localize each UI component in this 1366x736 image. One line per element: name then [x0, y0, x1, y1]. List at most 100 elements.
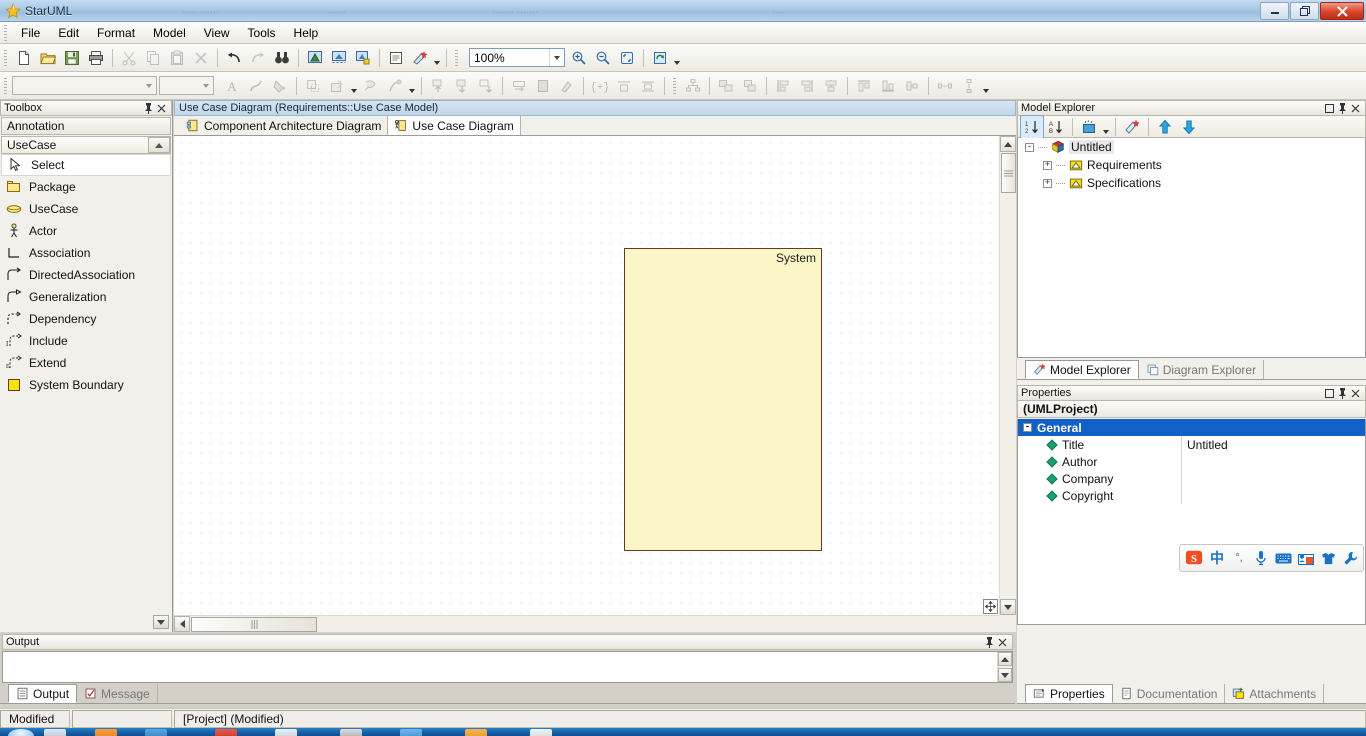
properties-group-general[interactable]: - General: [1018, 419, 1365, 436]
property-copyright-value[interactable]: [1181, 487, 1365, 504]
system-boundary-element[interactable]: System: [624, 248, 822, 551]
toolbox-group-usecase[interactable]: UseCase: [1, 136, 171, 154]
sort-by-order-icon[interactable]: 12: [1020, 114, 1044, 139]
toolbox-item-system-boundary[interactable]: System Boundary: [0, 374, 172, 396]
toolbox-item-actor[interactable]: Actor: [0, 220, 172, 242]
input-card-icon[interactable]: [1298, 549, 1314, 567]
maximize-icon[interactable]: [1323, 102, 1336, 115]
menu-file[interactable]: File: [12, 23, 49, 43]
punctuation-mode-icon[interactable]: °,: [1231, 549, 1247, 567]
taskbar-item-4[interactable]: [215, 729, 237, 736]
pin-icon[interactable]: [142, 102, 155, 115]
find-binoculars-icon[interactable]: [270, 46, 294, 70]
fit-window-icon[interactable]: [615, 46, 639, 70]
toolbar-overflow-dropdown-2[interactable]: [672, 46, 682, 70]
pin-icon[interactable]: [983, 636, 996, 649]
tab-diagram-explorer[interactable]: Diagram Explorer: [1139, 360, 1265, 379]
scroll-down-button[interactable]: [1000, 599, 1016, 615]
menu-view[interactable]: View: [195, 23, 239, 43]
close-icon[interactable]: [1349, 387, 1362, 400]
property-row-author[interactable]: Author: [1018, 453, 1365, 470]
output-scroll-down-button[interactable]: [998, 668, 1012, 682]
close-icon[interactable]: [996, 636, 1009, 649]
sogou-logo-icon[interactable]: S: [1185, 549, 1203, 567]
tab-properties[interactable]: Properties: [1025, 684, 1113, 703]
chinese-mode-icon[interactable]: 中: [1209, 549, 1225, 567]
toolbox-group-annotation[interactable]: Annotation: [1, 117, 171, 135]
property-title-value[interactable]: Untitled: [1181, 436, 1365, 453]
profile-wizard-icon[interactable]: [408, 46, 432, 70]
filter-icon[interactable]: [1077, 115, 1101, 139]
taskbar-item-5[interactable]: [275, 729, 297, 736]
format-overflow-dropdown[interactable]: [981, 74, 991, 98]
zoom-in-icon[interactable]: [567, 46, 591, 70]
canvas-vertical-scrollbar[interactable]: [999, 136, 1016, 615]
soft-keyboard-icon[interactable]: [1275, 549, 1292, 567]
format-dropdown-1[interactable]: [349, 74, 359, 98]
toolbox-item-select[interactable]: Select: [1, 154, 171, 176]
horizontal-scroll-thumb[interactable]: [191, 616, 317, 632]
close-icon[interactable]: [155, 102, 168, 115]
new-file-icon[interactable]: [12, 46, 36, 70]
taskbar-item-8[interactable]: [465, 729, 487, 736]
tree-expander-icon[interactable]: +: [1043, 160, 1052, 170]
vertical-scroll-thumb[interactable]: [1000, 153, 1016, 193]
zoom-out-icon[interactable]: [591, 46, 615, 70]
skin-shirt-icon[interactable]: [1320, 549, 1336, 567]
tab-message[interactable]: Message: [77, 684, 158, 703]
font-name-combo[interactable]: [12, 76, 157, 95]
diagram-canvas[interactable]: System: [174, 136, 999, 615]
tab-documentation[interactable]: Documentation: [1113, 684, 1226, 703]
toolbox-item-usecase[interactable]: UseCase: [0, 198, 172, 220]
zoom-level-combo[interactable]: 100%: [469, 48, 565, 67]
scroll-up-button[interactable]: [1000, 136, 1016, 152]
toolbox-item-extend[interactable]: E Extend: [0, 352, 172, 374]
diagram-lock-icon[interactable]: [351, 46, 375, 70]
menu-format[interactable]: Format: [88, 23, 144, 43]
toolbox-item-include[interactable]: I Include: [0, 330, 172, 352]
restore-button[interactable]: [1290, 2, 1319, 20]
add-diagram-icon[interactable]: [303, 46, 327, 70]
toolbox-item-directedassociation[interactable]: DirectedAssociation: [0, 264, 172, 286]
undo-arrow-icon[interactable]: [222, 46, 246, 70]
taskbar-item-7[interactable]: [400, 729, 422, 736]
toolbox-item-association[interactable]: Association: [0, 242, 172, 264]
tab-attachments[interactable]: Attachments: [1225, 684, 1325, 703]
taskbar-item-3[interactable]: [145, 729, 167, 736]
menu-model[interactable]: Model: [144, 23, 195, 43]
toolbox-item-dependency[interactable]: Dependency: [0, 308, 172, 330]
minimize-button[interactable]: [1260, 2, 1289, 20]
property-row-copyright[interactable]: Copyright: [1018, 487, 1365, 504]
menu-help[interactable]: Help: [285, 23, 328, 43]
tab-component-architecture-diagram[interactable]: Component Architecture Diagram: [180, 116, 389, 135]
output-scroll-up-button[interactable]: [998, 652, 1012, 666]
format-dropdown-2[interactable]: [407, 74, 417, 98]
tree-node-untitled[interactable]: - Untitled: [1018, 138, 1365, 156]
refresh-icon[interactable]: [648, 46, 672, 70]
print-icon[interactable]: [84, 46, 108, 70]
voice-input-icon[interactable]: [1253, 549, 1269, 567]
output-vertical-scrollbar[interactable]: [997, 652, 1012, 682]
select-in-diagram-icon[interactable]: [1120, 115, 1144, 139]
properties-grid[interactable]: - General Title Untitled Author Company …: [1017, 419, 1366, 625]
pan-move-icon[interactable]: [983, 599, 998, 614]
property-company-value[interactable]: [1181, 470, 1365, 487]
maximize-icon[interactable]: [1323, 387, 1336, 400]
diagram-grid-icon[interactable]: [327, 46, 351, 70]
model-explorer-tree[interactable]: - Untitled + Requirements + Specificatio…: [1017, 138, 1366, 358]
filter-dropdown-arrow[interactable]: [1101, 115, 1111, 139]
canvas-horizontal-scrollbar[interactable]: [174, 615, 999, 632]
sort-alphabetic-icon[interactable]: AB: [1044, 115, 1068, 139]
chevron-down-icon[interactable]: [142, 77, 156, 94]
tab-use-case-diagram[interactable]: Use Case Diagram: [388, 116, 521, 135]
close-icon[interactable]: [1349, 102, 1362, 115]
start-button[interactable]: [8, 729, 34, 736]
output-text-area[interactable]: [2, 651, 1013, 683]
taskbar-item-1[interactable]: [44, 729, 66, 736]
toolbox-item-package[interactable]: Package: [0, 176, 172, 198]
open-folder-icon[interactable]: [36, 46, 60, 70]
menu-tools[interactable]: Tools: [239, 23, 285, 43]
chevron-down-icon[interactable]: [199, 77, 213, 94]
tree-expander-icon[interactable]: -: [1025, 142, 1034, 152]
chevron-down-icon[interactable]: [549, 49, 564, 66]
